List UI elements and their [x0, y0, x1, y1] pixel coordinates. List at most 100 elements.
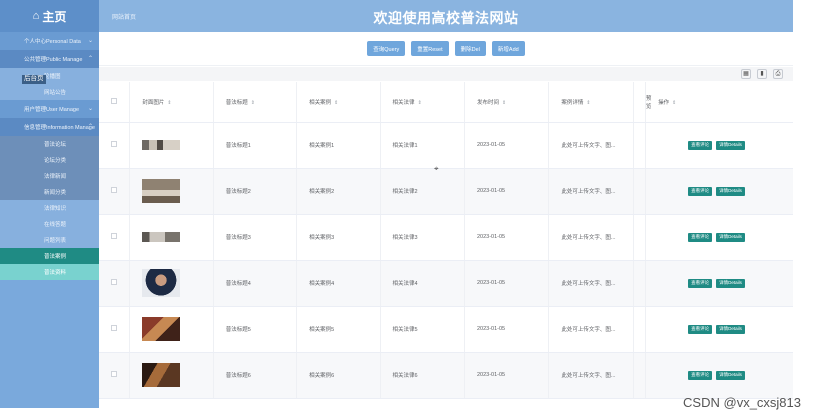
filter-columns-icon[interactable]: ▦ [741, 69, 751, 79]
sidebar-item-label: 信息管理Information Manage [24, 125, 95, 131]
column-header-cover[interactable]: 封面图片 ⇕ [129, 82, 214, 123]
details-button[interactable]: 详情Details [716, 186, 745, 196]
sort-icon: ⇕ [417, 99, 422, 106]
select-all-cell [99, 82, 131, 123]
law-cell: 相关法律6 [380, 352, 465, 399]
select-all-checkbox[interactable] [111, 97, 117, 104]
sidebar-item-legal-news[interactable]: 法律新闻 [0, 168, 99, 184]
mouse-cursor-icon: ⌖ [434, 164, 439, 173]
app-window: ⌂ 主页 网站首页 欢迎使用高校普法网站 个人中心Personal Data ⌄… [0, 0, 815, 418]
view-comments-button[interactable]: 查看评论 [688, 232, 713, 242]
details-button[interactable]: 详情Details [716, 324, 745, 334]
sidebar-item-question-list[interactable]: 问题列表 [0, 232, 99, 248]
cover-image[interactable] [142, 269, 181, 297]
print-icon[interactable]: ▮ [757, 69, 767, 79]
sidebar-item-label: 网站公告 [44, 90, 67, 96]
column-header-detail[interactable]: 案例详情 ⇕ [548, 82, 634, 123]
sidebar-item-legal-knowledge[interactable]: 法律知识 [0, 200, 99, 216]
sort-icon: ⇕ [167, 99, 172, 106]
detail-cell: 此处可上传文字、图... [548, 352, 634, 399]
data-table: 封面图片 ⇕ 普法标题 ⇕ 相关案例 ⇕ 相关法律 ⇕ 发布时间 ⇕ 案例详情 ⇕ 预览 操… [99, 82, 793, 399]
row-checkbox[interactable] [111, 279, 117, 285]
reset-button[interactable]: 重置Reset [411, 41, 449, 56]
cover-image[interactable] [142, 232, 181, 242]
chevron-down-icon: ⌄ [87, 106, 93, 112]
column-header-case[interactable]: 相关案例 ⇕ [296, 82, 381, 123]
sidebar-item-label: 个人中心Personal Data [24, 39, 81, 45]
home-link[interactable]: ⌂ 主页 [0, 0, 99, 32]
column-header-title[interactable]: 普法标题 ⇕ [213, 82, 298, 123]
row-checkbox[interactable] [111, 371, 117, 377]
delete-button[interactable]: 删除Del [454, 41, 486, 56]
query-button[interactable]: 查询Query [367, 41, 406, 56]
sidebar-item-legal-cases[interactable]: 普法案例 [0, 248, 99, 264]
actions-cell: 查看评论 详情Details [645, 260, 793, 307]
preview-cell: 此处可 [633, 122, 647, 169]
case-cell: 相关案例1 [296, 122, 381, 169]
sidebar-item-forum-category[interactable]: 论坛分类 [0, 152, 99, 168]
details-button[interactable]: 详情Details [716, 140, 745, 150]
row-checkbox[interactable] [111, 187, 117, 193]
view-comments-button[interactable]: 查看评论 [688, 140, 713, 150]
sidebar-item-announcement[interactable]: 网站公告 [0, 84, 99, 100]
sidebar-item-label: 普法论坛 [44, 142, 67, 148]
sort-icon: ⇕ [586, 99, 591, 106]
title-cell: 普法标题4 [213, 260, 298, 307]
row-checkbox[interactable] [111, 141, 117, 147]
sidebar-item-information-manage[interactable]: 信息管理Information Manage ⌃ [0, 118, 99, 136]
date-cell: 2023-01-05 [464, 260, 550, 307]
sidebar-item-public-manage[interactable]: 公共管理Public Manage ⌃ [0, 50, 99, 68]
sidebar-item-label: 法律知识 [44, 206, 67, 212]
main-content: 查询Query 重置Reset 删除Del 新增Add ▦ ▮ ⎙ 封面图片 ⇕ … [99, 32, 793, 408]
sidebar-item-legal-materials[interactable]: 普法资料 [0, 264, 99, 280]
add-button[interactable]: 新增Add [491, 41, 525, 56]
sidebar-item-carousel[interactable]: 轮播图 [0, 68, 99, 84]
cover-image[interactable] [142, 179, 181, 203]
law-cell: 相关法律4 [380, 260, 465, 307]
sidebar-item-label: 论坛分类 [44, 158, 67, 164]
export-icon[interactable]: ⎙ [773, 69, 783, 79]
details-button[interactable]: 详情Details [716, 370, 745, 380]
view-comments-button[interactable]: 查看评论 [688, 278, 713, 288]
title-cell: 普法标题1 [213, 122, 298, 169]
column-header-preview[interactable]: 预览 [633, 82, 651, 123]
details-button[interactable]: 详情Details [716, 232, 745, 242]
cover-image[interactable] [142, 140, 181, 150]
column-header-law[interactable]: 相关法律 ⇕ [380, 82, 465, 123]
table-row: 普法标题6 相关案例6 相关法律6 2023-01-05 此处可上传文字、图..… [99, 352, 793, 399]
detail-cell: 此处可上传文字、图... [548, 122, 634, 169]
row-checkbox[interactable] [111, 325, 117, 331]
sidebar-item-personal-data[interactable]: 个人中心Personal Data ⌄ [0, 32, 99, 50]
cover-image-cell [129, 214, 214, 261]
table-row: 普法标题1 相关案例1 相关法律1 2023-01-05 此处可上传文字、图..… [99, 122, 793, 169]
actions-cell: 查看评论 详情Details [645, 168, 793, 215]
case-cell: 相关案例3 [296, 214, 381, 261]
row-select-cell [99, 122, 131, 169]
sidebar-item-forum[interactable]: 普法论坛 [0, 136, 99, 152]
view-comments-button[interactable]: 查看评论 [688, 186, 713, 196]
sidebar-item-news-category[interactable]: 新闻分类 [0, 184, 99, 200]
law-cell: 相关法律5 [380, 306, 465, 353]
row-select-cell [99, 168, 131, 215]
details-button[interactable]: 详情Details [716, 278, 745, 288]
row-checkbox[interactable] [111, 233, 117, 239]
date-cell: 2023-01-05 [464, 122, 550, 169]
sidebar-item-online-quiz[interactable]: 在线答题 [0, 216, 99, 232]
row-select-cell [99, 306, 131, 353]
case-cell: 相关案例6 [296, 352, 381, 399]
sidebar-item-label: 新闻分类 [44, 190, 67, 196]
sidebar-item-label: 公共管理Public Manage [24, 57, 83, 63]
table-header-row: 封面图片 ⇕ 普法标题 ⇕ 相关案例 ⇕ 相关法律 ⇕ 发布时间 ⇕ 案例详情 ⇕ 预览 操… [99, 82, 793, 123]
detail-cell: 此处可上传文字、图... [548, 168, 634, 215]
detail-cell: 此处可上传文字、图... [548, 214, 634, 261]
case-cell: 相关案例4 [296, 260, 381, 307]
column-header-date[interactable]: 发布时间 ⇕ [464, 82, 550, 123]
sort-icon: ⇕ [672, 99, 677, 106]
preview-cell: 此处可 [633, 214, 647, 261]
cover-image[interactable] [142, 317, 181, 341]
sidebar-item-user-manage[interactable]: 用户管理User Manage ⌄ [0, 100, 99, 118]
view-comments-button[interactable]: 查看评论 [688, 324, 713, 334]
view-comments-button[interactable]: 查看评论 [688, 370, 713, 380]
brand-label: 主页 [42, 9, 67, 24]
cover-image[interactable] [142, 363, 181, 387]
